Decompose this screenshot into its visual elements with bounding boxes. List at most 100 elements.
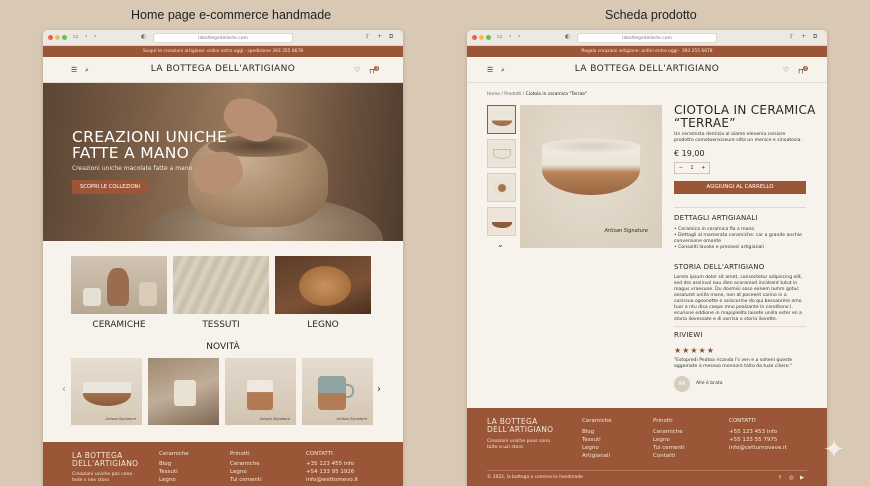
qty-minus-button[interactable]: − <box>679 163 683 173</box>
footer-col2-title: Prinotti <box>653 418 673 424</box>
category-label: TESSUTI <box>202 320 240 330</box>
breadcrumb-prodotti[interactable]: Prodotti <box>504 92 521 97</box>
reviews-title: RIVIEWI <box>674 331 703 339</box>
footer-link[interactable]: Legno <box>582 444 599 452</box>
footer-col3-title: CONTATTI <box>306 451 333 457</box>
product-signature: Artisan Signature <box>105 417 136 421</box>
browser-toolbar: ▭ ‹ › ◐ labottegadellarte.com ⇪ + ⧉ <box>467 30 827 46</box>
promo-bar: Regala creazioni artigiane: ordini entro… <box>467 46 827 57</box>
divider <box>674 207 806 208</box>
footer-link[interactable]: Tessuti <box>582 436 601 444</box>
youtube-icon[interactable]: ▶ <box>800 474 804 482</box>
footer-link[interactable]: Tessuti <box>159 468 178 476</box>
sidebar-icon[interactable]: ▭ <box>497 33 503 40</box>
share-icon[interactable]: ⇪ <box>365 33 370 40</box>
product-card[interactable]: Artisan Signature <box>71 358 142 425</box>
thumbnails-down-icon[interactable]: ⌄ <box>497 240 504 249</box>
product-card[interactable] <box>148 358 219 425</box>
site-footer: LA BOTTEGA DELL'ARTIGIANO Creazioni unic… <box>467 408 827 486</box>
footer-contact: +35 123 455 info <box>306 461 355 467</box>
address-bar[interactable]: labottegadellarte.com <box>153 33 293 43</box>
back-icon[interactable]: ‹ <box>509 33 511 40</box>
wishlist-icon[interactable]: ♡ <box>783 66 789 74</box>
add-to-cart-button[interactable]: AGGIUNGI AL CARRELLO <box>674 181 806 194</box>
product-thumbnail[interactable] <box>487 105 516 134</box>
product-price: € 19,00 <box>674 149 705 158</box>
footer-contact[interactable]: info@cetturnovave.it <box>729 444 787 452</box>
reviewer-name: Alle è brata <box>696 381 723 386</box>
instagram-icon[interactable]: ◎ <box>789 474 794 482</box>
qty-plus-button[interactable]: + <box>701 163 705 173</box>
wishlist-icon[interactable]: ♡ <box>354 66 360 74</box>
sidebar-icon[interactable]: ▭ <box>73 33 79 40</box>
category-tessuti[interactable]: TESSUTI <box>173 256 269 330</box>
footer-link[interactable]: Ceramiche <box>653 428 683 436</box>
site-header: ☰ ⌕ LA BOTTEGA DELL'ARTIGIANO ♡ ⊓0 <box>43 57 403 83</box>
discover-collections-button[interactable]: SCOPRI LE COLLEZIONI <box>72 180 149 194</box>
forward-icon[interactable]: › <box>94 33 96 40</box>
product-card[interactable]: Artisan Signature <box>302 358 373 425</box>
close-dot[interactable] <box>48 35 53 40</box>
footer-link[interactable]: Artigianali <box>582 452 610 460</box>
forward-icon[interactable]: › <box>518 33 520 40</box>
product-title-2: “TERRAE” <box>674 115 736 130</box>
footer-link[interactable]: Legno <box>159 476 176 484</box>
site-logo[interactable]: LA BOTTEGA DELL'ARTIGIANO <box>43 64 403 74</box>
footer-contact[interactable]: info@wettomevo.it <box>306 476 358 484</box>
tabs-icon[interactable]: ⧉ <box>813 33 817 41</box>
footer-col1-title: Ceramiche <box>159 451 189 457</box>
maximize-dot[interactable] <box>486 35 491 40</box>
product-thumbnail[interactable] <box>487 139 516 168</box>
facebook-icon[interactable]: f <box>779 474 781 482</box>
minimize-dot[interactable] <box>55 35 60 40</box>
footer-link[interactable]: Blog <box>159 460 171 468</box>
carousel-prev-icon[interactable]: ‹ <box>62 384 66 395</box>
quantity-stepper[interactable]: − 1 + <box>674 162 710 174</box>
footer-col1-title: Ceramiche <box>582 418 612 424</box>
tessuti-image <box>173 256 269 314</box>
product-title: CIOTOLA IN CERAMICA “TERRAE” <box>674 104 816 129</box>
footer-link[interactable]: Blog <box>582 428 594 436</box>
share-icon[interactable]: ⇪ <box>789 33 794 40</box>
cart-icon[interactable]: ⊓0 <box>369 66 380 75</box>
address-bar[interactable]: labottegadellarte.com <box>577 33 717 43</box>
back-icon[interactable]: ‹ <box>85 33 87 40</box>
category-legno[interactable]: LEGNO <box>275 256 371 330</box>
category-ceramiche[interactable]: CERAMICHE <box>71 256 167 330</box>
maximize-dot[interactable] <box>62 35 67 40</box>
carousel-next-icon[interactable]: › <box>377 384 381 395</box>
footer-tagline-2: taite a uzi storo <box>487 445 523 450</box>
footer-link[interactable]: Ceramiche <box>230 460 260 468</box>
category-label: LEGNO <box>307 320 339 330</box>
hero-subtitle: Creazioni uniche macolate fatte a mano <box>72 165 193 172</box>
tabs-icon[interactable]: ⧉ <box>389 33 393 41</box>
footer-link[interactable]: Tui cementi <box>653 444 685 452</box>
product-browser-window: ▭ ‹ › ◐ labottegadellarte.com ⇪ + ⧉ Rega… <box>467 30 827 486</box>
footer-col2-title: Prinotti <box>230 451 250 457</box>
site-header: ☰ ⌕ LA BOTTEGA DELL'ARTIGIANO ♡ ⊓0 <box>467 57 827 83</box>
footer-link[interactable]: Tui cementi <box>230 476 262 484</box>
divider <box>674 326 806 327</box>
footer-link[interactable]: Contatti <box>653 452 675 460</box>
new-tab-icon[interactable]: + <box>801 33 806 40</box>
category-label: CERAMICHE <box>92 320 146 330</box>
footer-link[interactable]: Legno <box>653 436 670 444</box>
new-tab-icon[interactable]: + <box>377 33 382 40</box>
cart-icon[interactable]: ⊓0 <box>798 66 809 75</box>
details-item: • Dettagli al mamerata ceramiche: car a … <box>674 233 802 244</box>
product-main-image[interactable]: Artisan Signature <box>520 105 662 248</box>
details-title: DETTAGLI ARTIGIANALI <box>674 214 758 222</box>
minimize-dot[interactable] <box>479 35 484 40</box>
shield-icon: ◐ <box>565 33 571 40</box>
right-caption: Scheda prodotto <box>605 8 697 22</box>
product-thumbnail[interactable] <box>487 173 516 202</box>
product-thumbnail[interactable] <box>487 207 516 236</box>
product-signature: Artisan Signature <box>259 417 290 421</box>
hero-text: CREAZIONI UNICHE FATTE A MANO Creazioni … <box>72 129 227 194</box>
promo-bar: Scopri le creazioni artigiane: ordini en… <box>43 46 403 57</box>
breadcrumb-home[interactable]: Home <box>487 92 500 97</box>
footer-link[interactable]: Legno <box>230 468 247 476</box>
close-dot[interactable] <box>472 35 477 40</box>
product-card[interactable]: Artisan Signature <box>225 358 296 425</box>
site-logo[interactable]: LA BOTTEGA DELL'ARTIGIANO <box>467 64 827 74</box>
